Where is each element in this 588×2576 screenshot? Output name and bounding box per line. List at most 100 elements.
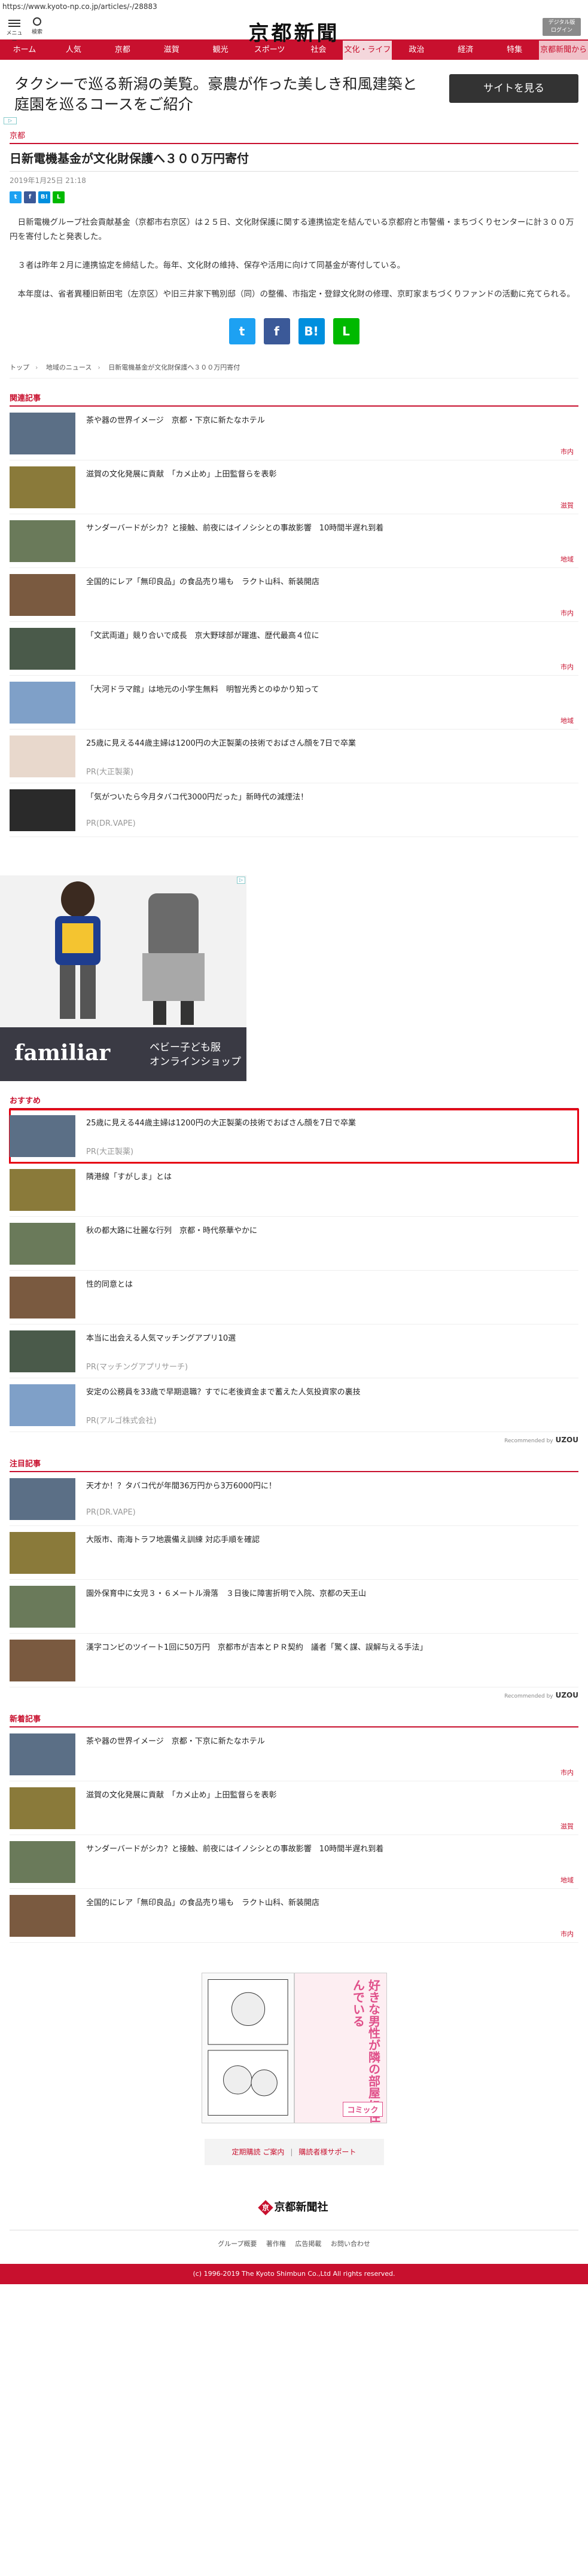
familiar-ad[interactable]: ▷ familiar ベビー子ども服 オンラインショップ	[0, 875, 246, 1081]
recommended-by[interactable]: Recommended by UZOU	[10, 1691, 578, 1699]
thumbnail-image	[10, 1640, 75, 1681]
list-item-title: 全国的にレア「無印良品」の食品売り場も ラクト山科、新装開店	[86, 1899, 320, 1907]
breadcrumb: トップ › 地域のニュース › 日新電機基金が文化財保護へ３００万円寄付	[10, 362, 578, 379]
article-body: 日新電機グループ社会貢献基金（京都市右京区）は２５日、文化財保護に関する連携協定…	[10, 215, 578, 301]
list-item-title: 滋賀の文化発展に貢献 「カメ止め」上田監督らを表彰	[86, 1791, 277, 1800]
comic-ad[interactable]: 好きな男性が隣の部屋に住んでいる コミック	[201, 1973, 387, 2123]
list-item-title: 漢字コンビのツイート1回に50万円 京都市が吉本とＰＲ契約 議者「驚く謀、誤解与…	[86, 1643, 428, 1652]
hatena-share-icon[interactable]: B!	[38, 191, 50, 203]
article-category[interactable]: 京都	[10, 129, 578, 143]
comic-ad-left-panel	[201, 1973, 294, 2123]
facebook-share-icon[interactable]: f	[24, 191, 36, 203]
list-item[interactable]: 安定の公務員を33歳で早期退職？すでに老後資金まで蓄えた人気投資家の裏技 PR(ア…	[10, 1378, 578, 1432]
list-item[interactable]: 大阪市、南海トラフ地震備え訓練 対応手順を確認	[10, 1526, 578, 1580]
footer-nav-item[interactable]: 著作権	[266, 2240, 286, 2248]
list-item-tag: 市内	[560, 1769, 574, 1777]
list-item-tag: 市内	[560, 448, 574, 456]
thumbnail-image	[10, 1384, 75, 1426]
list-item-title: 全国的にレア「無印良品」の食品売り場も ラクト山科、新装開店	[86, 578, 320, 587]
recommended-by-label: Recommended by	[504, 1693, 553, 1699]
footer-nav: グループ概要 著作権 広告掲載 お問い合わせ	[10, 2230, 578, 2248]
facebook-share-icon[interactable]: f	[263, 318, 290, 344]
thumbnail-image	[10, 1895, 75, 1937]
list-item-title: 「大河ドラマ館」は地元の小学生無料 明智光秀とのゆかり知って	[86, 685, 319, 694]
list-item-title: 滋賀の文化発展に貢献 「カメ止め」上田監督らを表彰	[86, 470, 277, 479]
list-item[interactable]: 性的同意とは	[10, 1271, 578, 1324]
list-item[interactable]: サンダーバードがシカ？と接触、前夜にはイノシシとの事故影響 10時間半遅れ到着地…	[10, 1835, 578, 1889]
url-bar[interactable]: https://www.kyoto-np.co.jp/articles/-/28…	[0, 0, 588, 13]
footer-logo[interactable]: 京京都新聞社	[0, 2199, 588, 2215]
subscription-link[interactable]: 定期購読 ご案内	[232, 2148, 285, 2156]
comic-illustration	[207, 1979, 288, 2116]
ad-choices-icon[interactable]: ▷	[4, 117, 17, 124]
list-item-tag: 市内	[560, 609, 574, 617]
footer-nav-item[interactable]: 広告掲載	[295, 2240, 321, 2248]
list-item[interactable]: 「大河ドラマ館」は地元の小学生無料 明智光秀とのゆかり知って地域	[10, 676, 578, 730]
list-item[interactable]: 全国的にレア「無印良品」の食品売り場も ラクト山科、新装開店市内	[10, 568, 578, 622]
list-item[interactable]: 滋賀の文化発展に貢献 「カメ止め」上田監督らを表彰滋賀	[10, 1781, 578, 1835]
list-item[interactable]: 「気がついたら今月タバコ代3000円だった」新時代の減煙法！ PR(DR.VAPE…	[10, 783, 578, 837]
list-item-tag: 滋賀	[560, 1823, 574, 1830]
thumbnail-image	[10, 1169, 75, 1211]
list-item[interactable]: 滋賀の文化発展に貢献 「カメ止め」上田監督らを表彰 滋賀	[10, 460, 578, 514]
related-heading: 関連記事	[10, 392, 578, 407]
line-share-icon[interactable]: L	[333, 318, 359, 344]
list-item[interactable]: 天才か！？タバコ代が年間36万円から3万6000円に！ PR(DR.VAPE)	[10, 1472, 578, 1526]
support-link[interactable]: 購読者様サポート	[298, 2148, 356, 2156]
list-item-tag: 地域	[560, 556, 574, 563]
list-item[interactable]: 25歳に見える44歳主婦は1200円の大正製薬の技術でおばさん顔を7日で卒業 PR…	[9, 1109, 579, 1164]
familiar-logo: familiar	[14, 1040, 111, 1066]
top-ad-banner[interactable]: タクシーで巡る新潟の美覧。豪農が作った美しき和風建築と庭園を巡るコースをご紹介 …	[10, 69, 578, 115]
thumbnail-image	[10, 413, 75, 454]
list-item[interactable]: 秋の都大路に壮麗な行列 京都・時代祭華やかに	[10, 1217, 578, 1271]
list-item-title: 安定の公務員を33歳で早期退職？すでに老後資金まで蓄えた人気投資家の裏技	[86, 1388, 361, 1397]
site-logo[interactable]: 京都新聞	[0, 17, 588, 46]
breadcrumb-item[interactable]: 地域のニュース	[46, 364, 92, 371]
thumbnail-image	[10, 1115, 75, 1157]
page-tail-spacer	[0, 2284, 588, 2319]
thumbnail-image	[10, 735, 75, 777]
thumbnail-image	[10, 1733, 75, 1775]
top-ad-text[interactable]: タクシーで巡る新潟の美覧。豪農が作った美しき和風建築と庭園を巡るコースをご紹介	[14, 74, 427, 115]
thumbnail-image	[10, 628, 75, 670]
list-item[interactable]: 本当に出会える人気マッチングアプリ10選 PR(マッチングアプリサーチ)	[10, 1324, 578, 1378]
twitter-share-icon[interactable]: t	[10, 191, 22, 203]
article-paragraph: ３者は昨年２月に連携協定を締結した。毎年、文化財の維持、保存や活用に向けて同基金…	[17, 261, 406, 270]
list-item[interactable]: 茶や器の世界イメージ 京都・下京に新たなホテル 市内	[10, 407, 578, 460]
list-item-title: 25歳に見える44歳主婦は1200円の大正製薬の技術でおばさん顔を7日で卒業	[86, 1119, 357, 1128]
list-item[interactable]: 「文武両道」競り合いで成長 京大野球部が躍進、歴代最高４位に 市内	[10, 622, 578, 676]
related-list: 茶や器の世界イメージ 京都・下京に新たなホテル 市内 滋賀の文化発展に貢献 「カメ止…	[10, 407, 578, 837]
list-item-tag: 市内	[560, 663, 574, 671]
hatena-share-icon[interactable]: B!	[298, 318, 325, 344]
list-item[interactable]: 漢字コンビのツイート1回に50万円 京都市が吉本とＰＲ契約 議者「驚く謀、誤解与…	[10, 1634, 578, 1687]
footer-nav-item[interactable]: グループ概要	[218, 2240, 257, 2248]
digital-login-button[interactable]: デジタル版 ログイン	[543, 18, 581, 36]
uzou-logo: UZOU	[555, 1436, 578, 1444]
company-mark-icon: 京	[257, 2200, 273, 2215]
sponsor-label: PR(大正製薬)	[86, 1147, 134, 1156]
list-item-title: 茶や器の世界イメージ 京都・下京に新たなホテル	[86, 1737, 265, 1746]
list-item-title: 隣港線「すがしま」とは	[86, 1173, 172, 1182]
list-item-title: 大阪市、南海トラフ地震備え訓練 対応手順を確認	[86, 1536, 260, 1545]
list-item[interactable]: サンダーバードがシカ？と接触、前夜にはイノシシとの事故影響 10時間半遅れ到着地…	[10, 514, 578, 568]
footer-nav-item[interactable]: お問い合わせ	[331, 2240, 370, 2248]
recommended-by[interactable]: Recommended by UZOU	[10, 1436, 578, 1444]
list-item[interactable]: 25歳に見える44歳主婦は1200円の大正製薬の技術でおばさん顔を7日で卒業 PR…	[10, 730, 578, 783]
thumbnail-image	[10, 789, 75, 831]
twitter-share-icon[interactable]: t	[229, 318, 255, 344]
breadcrumb-item[interactable]: トップ	[10, 364, 29, 371]
list-item[interactable]: 隣港線「すがしま」とは	[10, 1163, 578, 1217]
line-share-icon[interactable]: L	[53, 191, 65, 203]
list-item-title: サンダーバードがシカ？と接触、前夜にはイノシシとの事故影響 10時間半遅れ到着	[86, 524, 384, 533]
share-buttons-small: t f B! L	[10, 191, 578, 203]
article-date: 2019年1月25日 21:18	[10, 176, 86, 185]
thumbnail-image	[10, 1586, 75, 1628]
article-paragraph: 日新電機グループ社会貢献基金（京都市右京区）は２５日、文化財保護に関する連携協定…	[10, 218, 574, 242]
top-ad-cta-button[interactable]: サイトを見る	[449, 74, 578, 103]
list-item[interactable]: 園外保育中に女児３・６メートル滑落 ３日後に障害折明で入院、京都の天王山	[10, 1580, 578, 1634]
kids-clothing-image	[55, 881, 205, 1025]
list-item[interactable]: 全国的にレア「無印良品」の食品売り場も ラクト山科、新装開店 市内	[10, 1889, 578, 1943]
list-item-tag: 地域	[560, 717, 574, 725]
sponsor-label: PR(大正製薬)	[86, 768, 134, 777]
list-item[interactable]: 茶や器の世界イメージ 京都・下京に新たなホテル市内	[10, 1727, 578, 1781]
